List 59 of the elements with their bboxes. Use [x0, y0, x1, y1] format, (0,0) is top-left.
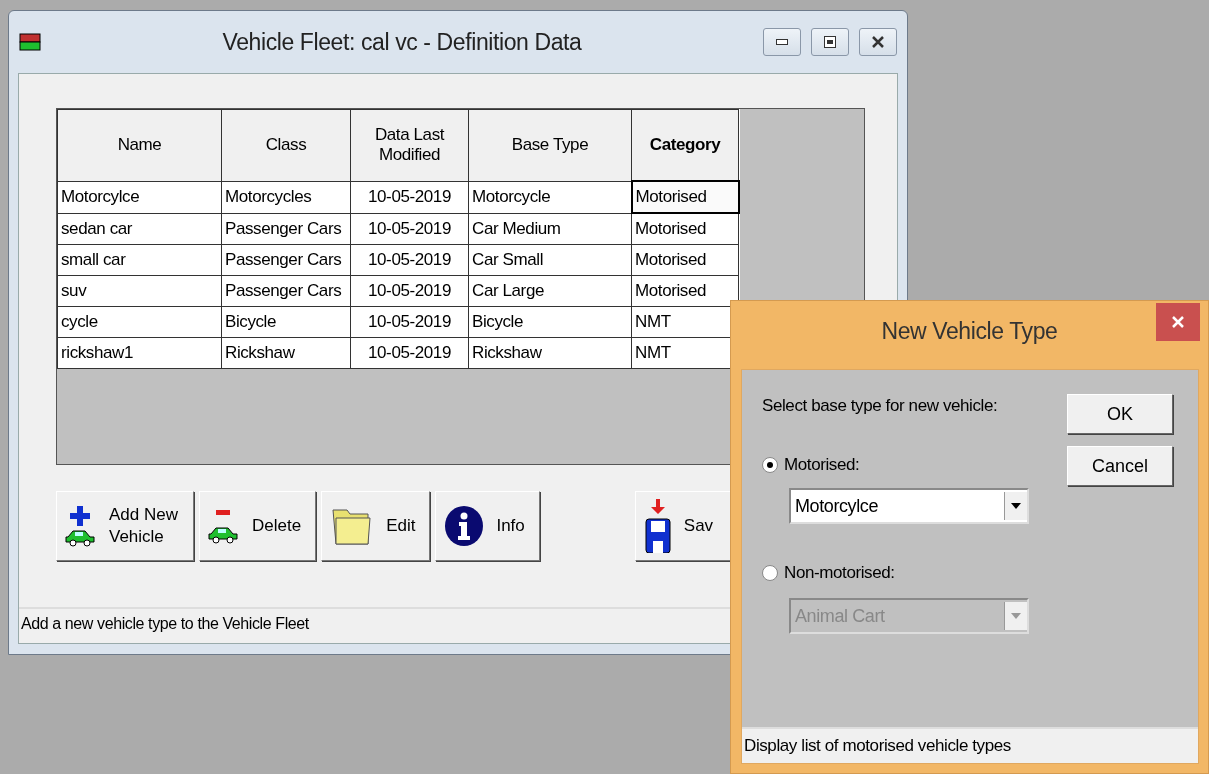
maximize-button[interactable]: [811, 28, 849, 56]
info-button[interactable]: Info: [435, 491, 540, 561]
table-cell[interactable]: 10-05-2019: [350, 306, 469, 338]
table-cell[interactable]: Rickshaw: [468, 337, 632, 369]
minimize-icon: [776, 39, 788, 45]
table-cell[interactable]: 10-05-2019: [350, 275, 469, 307]
table-cell[interactable]: rickshaw1: [57, 337, 222, 369]
dropdown-arrow-icon: [1011, 613, 1021, 619]
delete-button[interactable]: Delete: [199, 491, 317, 561]
add-button[interactable]: Add New Vehicle: [56, 491, 194, 561]
table-cell[interactable]: 10-05-2019: [350, 337, 469, 369]
radio-option[interactable]: Motorised:: [762, 455, 860, 475]
table-cell[interactable]: Car Large: [468, 275, 632, 307]
table-cell[interactable]: Motorised: [631, 213, 739, 245]
table-cell[interactable]: Motorcycles: [221, 181, 351, 213]
minimize-button[interactable]: [763, 28, 801, 56]
table-cell[interactable]: Bicycle: [468, 306, 632, 338]
table-cell[interactable]: small car: [57, 244, 222, 276]
dialog-title: New Vehicle Type: [880, 318, 1059, 345]
table-cell[interactable]: sedan car: [57, 213, 222, 245]
save-icon: [643, 499, 672, 553]
app-icon: [19, 32, 41, 52]
dropdown[interactable]: Motorcylce: [789, 488, 1029, 524]
ok-button[interactable]: OK: [1067, 394, 1173, 434]
table-cell[interactable]: Car Small: [468, 244, 632, 276]
close-icon: [1171, 315, 1185, 329]
table-cell[interactable]: cycle: [57, 306, 222, 338]
prompt-label: Select base type for new vehicle:: [762, 396, 998, 416]
table-cell[interactable]: Passenger Cars: [221, 213, 351, 245]
radio-button[interactable]: [762, 565, 778, 581]
table-cell[interactable]: Passenger Cars: [221, 244, 351, 276]
table-cell[interactable]: Motorcylce: [57, 181, 222, 213]
table-cell[interactable]: Motorised: [631, 181, 739, 213]
close-button[interactable]: [859, 28, 897, 56]
edit-button[interactable]: Edit: [321, 491, 431, 561]
add-car-icon: [65, 505, 97, 547]
info-icon: [444, 505, 485, 547]
column-header[interactable]: Base Type: [468, 109, 632, 181]
table-cell[interactable]: Rickshaw: [221, 337, 351, 369]
table-cell[interactable]: Car Medium: [468, 213, 632, 245]
column-header[interactable]: Name: [57, 109, 222, 181]
radio-option[interactable]: Non-motorised:: [762, 563, 895, 583]
table-cell[interactable]: Motorised: [631, 244, 739, 276]
window-title: Vehicle Fleet: cal vc - Definition Data: [221, 28, 583, 56]
cancel-button[interactable]: Cancel: [1067, 446, 1173, 486]
dropdown-arrow-icon: [1011, 503, 1021, 509]
table-cell[interactable]: 10-05-2019: [350, 181, 469, 213]
table-cell[interactable]: 10-05-2019: [350, 213, 469, 245]
column-header[interactable]: Class: [221, 109, 351, 181]
close-icon: [871, 36, 885, 48]
table-cell[interactable]: 10-05-2019: [350, 244, 469, 276]
column-header[interactable]: Category: [631, 109, 739, 181]
table-cell[interactable]: Bicycle: [221, 306, 351, 338]
table-cell[interactable]: suv: [57, 275, 222, 307]
restore-icon: [824, 36, 836, 48]
table-cell[interactable]: Passenger Cars: [221, 275, 351, 307]
status-bar: Display list of motorised vehicle types: [742, 727, 1198, 763]
column-header[interactable]: Data Last Modified: [350, 109, 469, 181]
radio-button[interactable]: [762, 457, 778, 473]
